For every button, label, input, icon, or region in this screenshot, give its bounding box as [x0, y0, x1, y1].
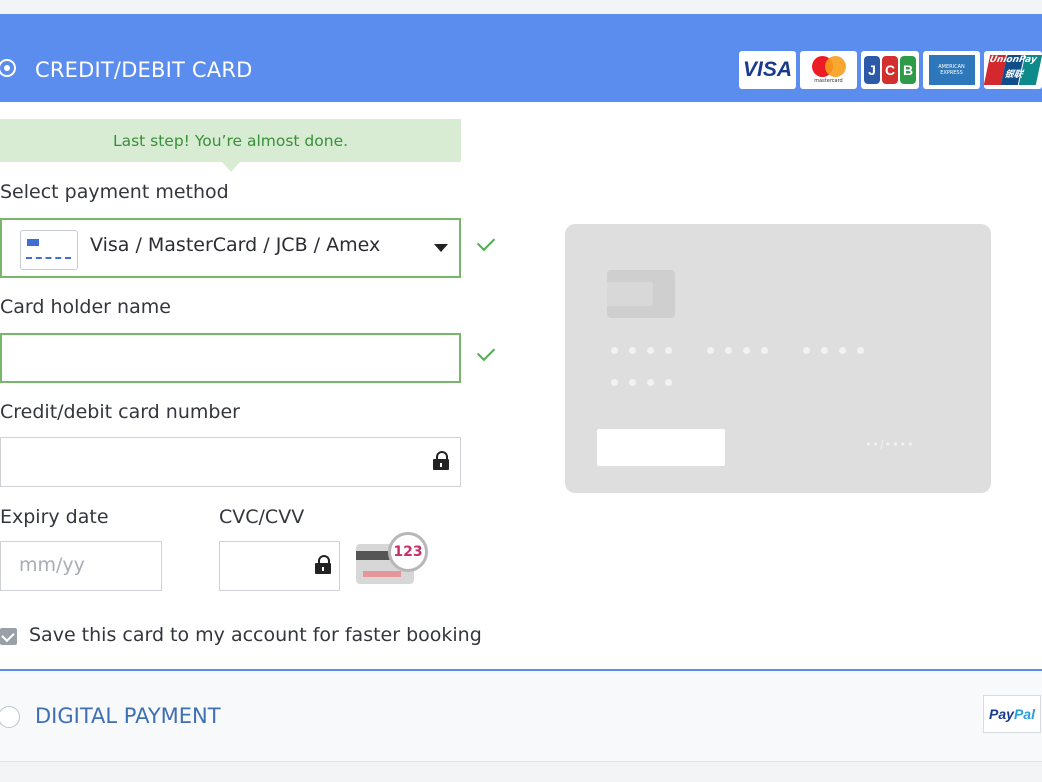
paypal-logo-part2: Pal [1013, 706, 1035, 722]
expiry-placeholder: mm/yy [19, 554, 85, 576]
save-card-label[interactable]: Save this card to my account for faster … [29, 624, 482, 646]
credit-card-title: CREDIT/DEBIT CARD [35, 58, 253, 82]
mastercard-logo-text: mastercard [814, 78, 843, 84]
cvc-input[interactable] [219, 541, 340, 591]
chevron-down-icon [434, 244, 448, 252]
card-number-dots [611, 347, 672, 357]
chip-icon [607, 270, 675, 318]
credit-card-header[interactable]: CREDIT/DEBIT CARD VISA mastercard J C B … [0, 14, 1042, 102]
payment-method-label: Select payment method [0, 181, 229, 203]
card-expiry-mask: ••/•••• [865, 438, 915, 451]
card-number-input[interactable] [0, 437, 461, 487]
expiry-input[interactable]: mm/yy [0, 541, 162, 591]
payment-method-select[interactable]: Visa / MasterCard / JCB / Amex [0, 218, 461, 278]
cvc-hint-number: 123 [388, 532, 428, 572]
cvc-label: CVC/CVV [219, 506, 305, 528]
tip-arrow [222, 162, 240, 172]
visa-logo-text: VISA [742, 58, 792, 81]
almost-done-tip: Last step! You’re almost done. [0, 119, 461, 162]
top-strip [0, 0, 1042, 14]
expiry-label: Expiry date [0, 506, 109, 528]
lock-icon [315, 555, 331, 574]
save-card-checkbox[interactable] [0, 628, 17, 645]
credit-card-radio[interactable] [0, 59, 16, 77]
card-number-dots [707, 347, 768, 357]
amex-logo-text: AMERICAN EXPRESS [928, 55, 975, 85]
bottom-strip [0, 762, 1042, 782]
paypal-logo-part1: Pay [989, 706, 1014, 722]
amex-logo: AMERICAN EXPRESS [923, 51, 980, 89]
digital-payment-radio[interactable] [0, 706, 20, 728]
mastercard-logo: mastercard [800, 51, 857, 89]
card-holder-input[interactable] [0, 333, 461, 383]
mastercard-circles-icon [811, 56, 846, 77]
visa-logo: VISA [739, 51, 796, 89]
cvc-hint-icon: 123 [354, 530, 434, 590]
jcb-letter-c: C [882, 56, 898, 84]
jcb-logo: J C B [861, 51, 919, 89]
unionpay-logo: UnionPay 银联 [984, 51, 1042, 89]
jcb-letter-j: J [864, 56, 880, 84]
jcb-letter-b: B [900, 56, 916, 84]
unionpay-logo-subtext: 银联 [1003, 70, 1024, 80]
digital-payment-section[interactable]: DIGITAL PAYMENT Pay Pal [0, 671, 1042, 762]
card-name-placeholder [597, 429, 725, 466]
card-number-dots [611, 379, 672, 389]
card-number-label: Credit/debit card number [0, 401, 240, 423]
lock-icon [433, 451, 449, 470]
digital-payment-title: DIGITAL PAYMENT [35, 704, 221, 728]
unionpay-logo-text: UnionPay [988, 55, 1039, 65]
card-preview: ••/•••• [565, 224, 991, 493]
paypal-logo: Pay Pal [983, 695, 1041, 733]
card-number-dots [803, 347, 864, 357]
card-type-icon [20, 230, 78, 270]
card-holder-label: Card holder name [0, 296, 171, 318]
payment-method-value: Visa / MasterCard / JCB / Amex [90, 234, 381, 256]
tip-text: Last step! You’re almost done. [112, 131, 349, 150]
